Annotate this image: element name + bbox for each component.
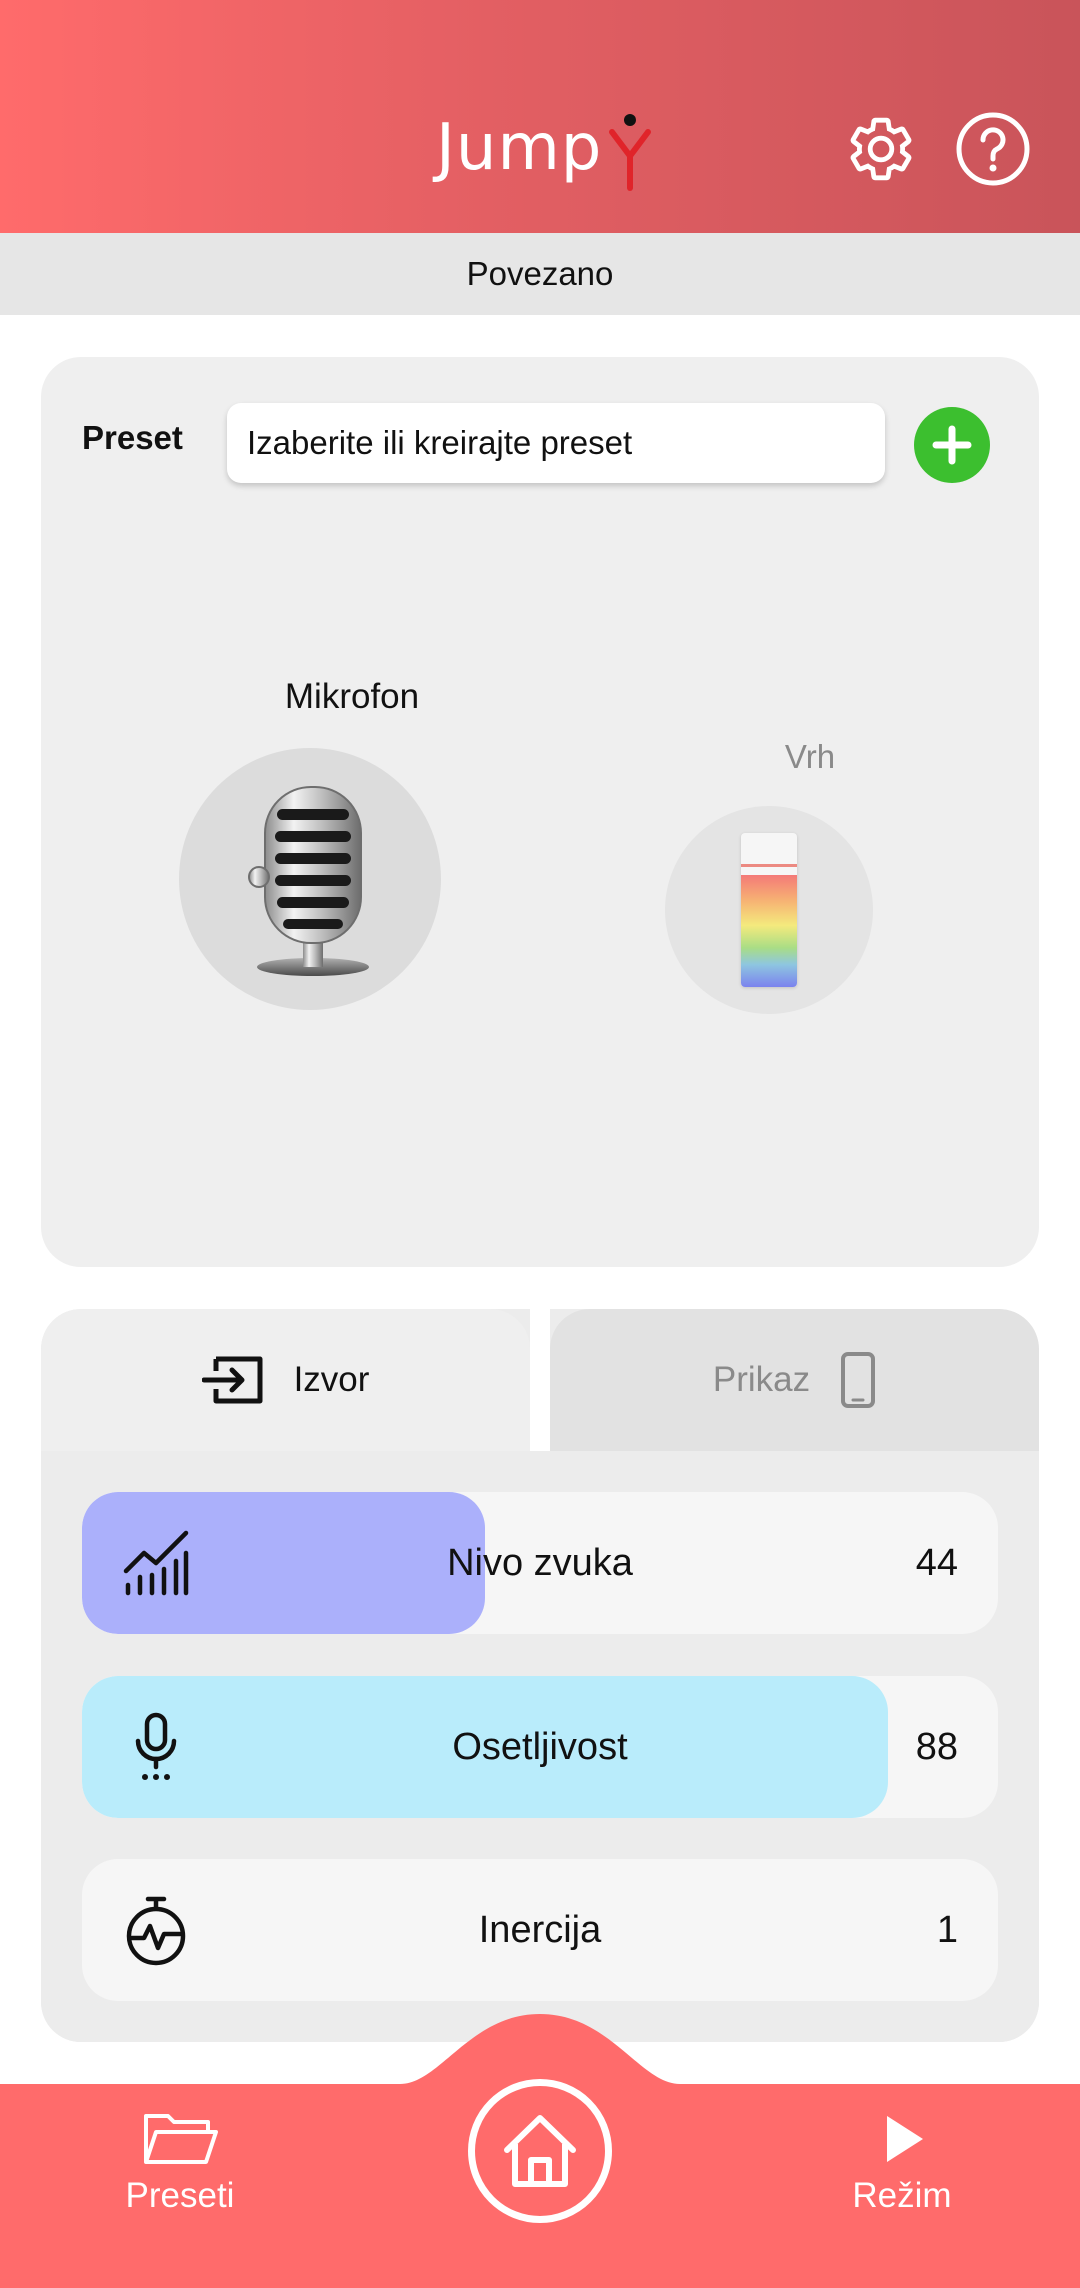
microphone-image	[248, 786, 369, 976]
tab-source-label: Izvor	[293, 1360, 370, 1399]
peak-level-meter	[741, 833, 797, 987]
app-header: Jump	[0, 0, 1080, 233]
phone-icon	[840, 1351, 876, 1409]
home-icon	[504, 2115, 576, 2187]
nav-mode-label: Režim	[852, 2176, 952, 2215]
add-preset-button[interactable]	[914, 407, 990, 483]
question-circle-icon	[956, 112, 1030, 186]
peak-hold-marker	[741, 864, 797, 867]
folder-icon	[144, 2114, 218, 2164]
sound-level-slider[interactable]: Nivo zvuka 44	[82, 1492, 998, 1634]
peak-meter-circle	[665, 806, 873, 1014]
sensitivity-label: Osetljivost	[452, 1725, 628, 1768]
plus-icon	[932, 425, 972, 465]
preset-input[interactable]	[227, 403, 885, 483]
peak-level-fill	[741, 875, 797, 987]
preset-card: Preset Mikrofon	[41, 357, 1039, 1267]
app-title: Jump	[436, 111, 603, 185]
microphone-label: Mikrofon	[284, 677, 420, 716]
peak-label: Vrh	[784, 738, 836, 775]
tab-display-label: Prikaz	[712, 1360, 811, 1399]
connection-status-text: Povezano	[466, 255, 614, 292]
gear-icon	[850, 117, 912, 181]
sensitivity-slider[interactable]: Osetljivost 88	[82, 1676, 998, 1818]
source-settings-panel: Nivo zvuka 44 Osetljivost 88 Inercija 1	[41, 1451, 1039, 2042]
nav-presets-label: Preseti	[125, 2176, 235, 2215]
nav-mode-button[interactable]: Režim	[782, 2110, 1022, 2216]
sensitivity-value: 88	[915, 1725, 958, 1768]
home-button[interactable]	[468, 2079, 612, 2223]
sound-level-value: 44	[915, 1541, 958, 1584]
tab-display[interactable]: Prikaz	[550, 1309, 1039, 1451]
connection-status: Povezano	[0, 233, 1080, 315]
nav-presets-button[interactable]: Preseti	[60, 2110, 300, 2216]
inertia-value: 1	[936, 1908, 958, 1951]
settings-button[interactable]	[843, 111, 919, 187]
preset-label: Preset	[82, 419, 183, 456]
input-arrow-icon	[201, 1355, 264, 1405]
jumping-figure-logo-icon	[608, 112, 652, 192]
help-button[interactable]	[955, 111, 1031, 187]
tab-source[interactable]: Izvor	[41, 1309, 530, 1451]
app-logo: Jump	[436, 108, 652, 191]
microphone-source-button[interactable]	[179, 748, 441, 1010]
sound-level-label: Nivo zvuka	[447, 1541, 633, 1584]
settings-tabs-card: Izvor Prikaz Nivo zvuka 44 Osetljivost 8…	[41, 1309, 1039, 2042]
play-icon	[887, 2116, 923, 2162]
inertia-slider[interactable]: Inercija 1	[82, 1859, 998, 2001]
inertia-label: Inercija	[478, 1908, 602, 1951]
